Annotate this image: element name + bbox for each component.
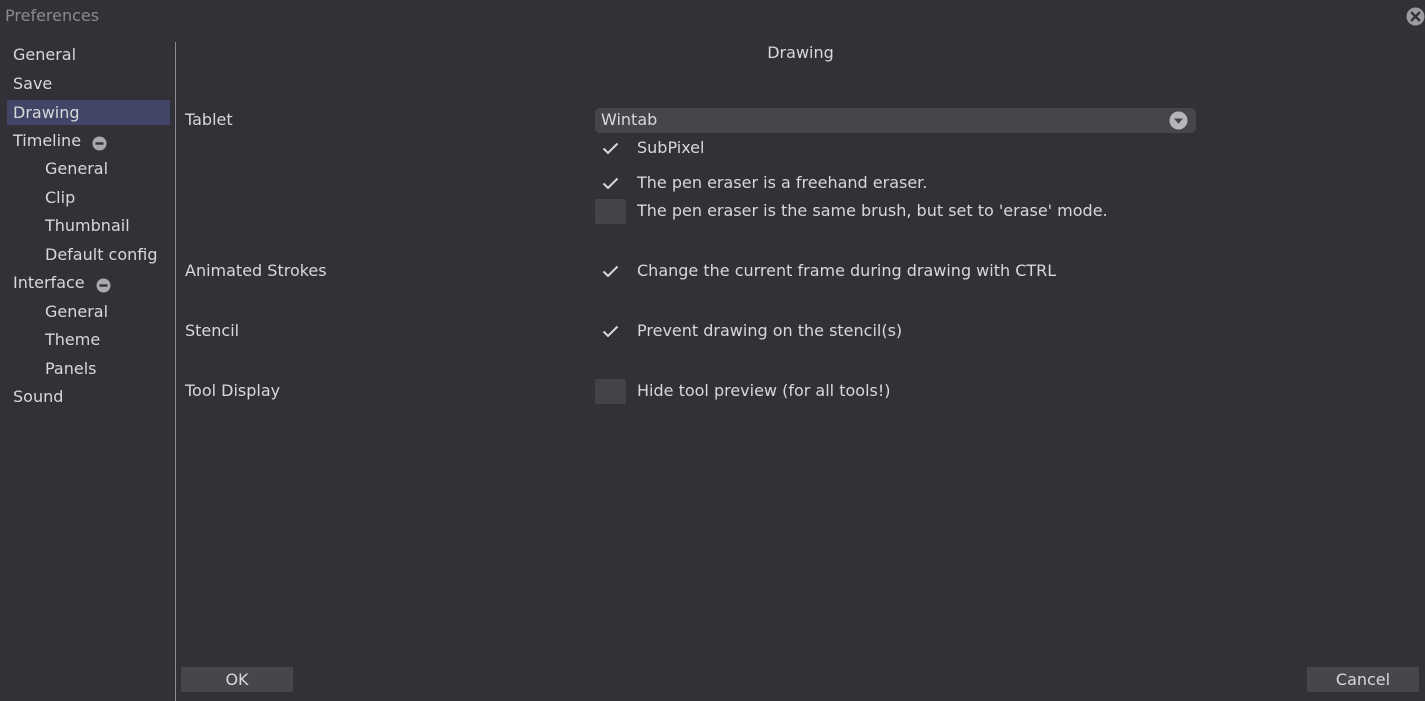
sidebar-nav: General Save Drawing Timeline General Cl…: [0, 40, 175, 701]
sidebar-item-label: General: [45, 302, 109, 321]
prevent-stencil-checkbox[interactable]: [595, 319, 626, 344]
same-brush-eraser-checkbox[interactable]: [595, 199, 626, 224]
window-title: Preferences: [5, 6, 100, 25]
hide-tool-preview-checkbox[interactable]: [595, 379, 626, 404]
sidebar-item-label: Theme: [45, 330, 101, 349]
sidebar-item-interface[interactable]: Interface: [7, 270, 170, 295]
subpixel-label: SubPixel: [637, 138, 705, 157]
checkmark-icon: [602, 265, 619, 278]
sidebar-item-timeline[interactable]: Timeline: [7, 128, 170, 153]
sidebar-item-interface-general[interactable]: General: [39, 299, 170, 324]
ok-button[interactable]: OK: [181, 667, 293, 692]
sidebar-item-label: Timeline: [13, 131, 82, 150]
sidebar-item-thumbnail[interactable]: Thumbnail: [39, 213, 170, 238]
freehand-eraser-checkbox[interactable]: [595, 171, 626, 196]
dropdown-arrow-icon[interactable]: [1169, 111, 1188, 130]
sidebar-item-default-config[interactable]: Default config: [39, 242, 170, 267]
sidebar-item-label: Clip: [45, 188, 76, 207]
sidebar-item-label: General: [45, 159, 109, 178]
tool-display-label: Tool Display: [185, 381, 281, 400]
same-brush-eraser-label: The pen eraser is the same brush, but se…: [637, 201, 1108, 220]
sidebar-item-label: Sound: [13, 387, 64, 406]
sidebar-item-drawing[interactable]: Drawing: [7, 100, 170, 125]
sidebar-item-sound[interactable]: Sound: [7, 384, 170, 409]
checkmark-icon: [602, 142, 619, 155]
sidebar-item-label: Interface: [13, 273, 85, 292]
sidebar-item-label: General: [13, 45, 77, 64]
cancel-button[interactable]: Cancel: [1307, 667, 1419, 692]
minus-circle-icon[interactable]: [96, 275, 111, 292]
subpixel-checkbox[interactable]: [595, 136, 626, 161]
sidebar-item-label: Drawing: [13, 103, 80, 122]
change-frame-ctrl-checkbox[interactable]: [595, 259, 626, 284]
sidebar-item-label: Save: [13, 74, 53, 93]
sidebar-item-timeline-general[interactable]: General: [39, 156, 170, 181]
checkmark-icon: [602, 325, 619, 338]
sidebar-item-label: Panels: [45, 359, 97, 378]
section-title: Drawing: [767, 43, 834, 62]
sidebar-item-label: Thumbnail: [45, 216, 130, 235]
animated-strokes-label: Animated Strokes: [185, 261, 327, 280]
freehand-eraser-label: The pen eraser is a freehand eraser.: [637, 173, 928, 192]
title-bar: Preferences: [0, 0, 1425, 32]
change-frame-ctrl-label: Change the current frame during drawing …: [637, 261, 1057, 280]
minus-circle-icon[interactable]: [92, 133, 107, 150]
sidebar-item-panels[interactable]: Panels: [39, 356, 170, 381]
prevent-stencil-label: Prevent drawing on the stencil(s): [637, 321, 903, 340]
sidebar-item-label: Default config: [45, 245, 158, 264]
sidebar-divider[interactable]: [175, 42, 176, 701]
preferences-window: Preferences General Save Drawing Timelin…: [0, 0, 1425, 701]
sidebar-item-clip[interactable]: Clip: [39, 185, 170, 210]
hide-tool-preview-label: Hide tool preview (for all tools!): [637, 381, 891, 400]
checkmark-icon: [602, 177, 619, 190]
sidebar-item-save[interactable]: Save: [7, 71, 170, 96]
sidebar-item-general[interactable]: General: [7, 42, 170, 67]
close-icon[interactable]: [1406, 7, 1425, 26]
sidebar-item-theme[interactable]: Theme: [39, 327, 170, 352]
tablet-select[interactable]: Wintab: [595, 108, 1196, 133]
stencil-label: Stencil: [185, 321, 240, 340]
tablet-select-value: Wintab: [601, 110, 658, 129]
tablet-label: Tablet: [185, 110, 233, 129]
